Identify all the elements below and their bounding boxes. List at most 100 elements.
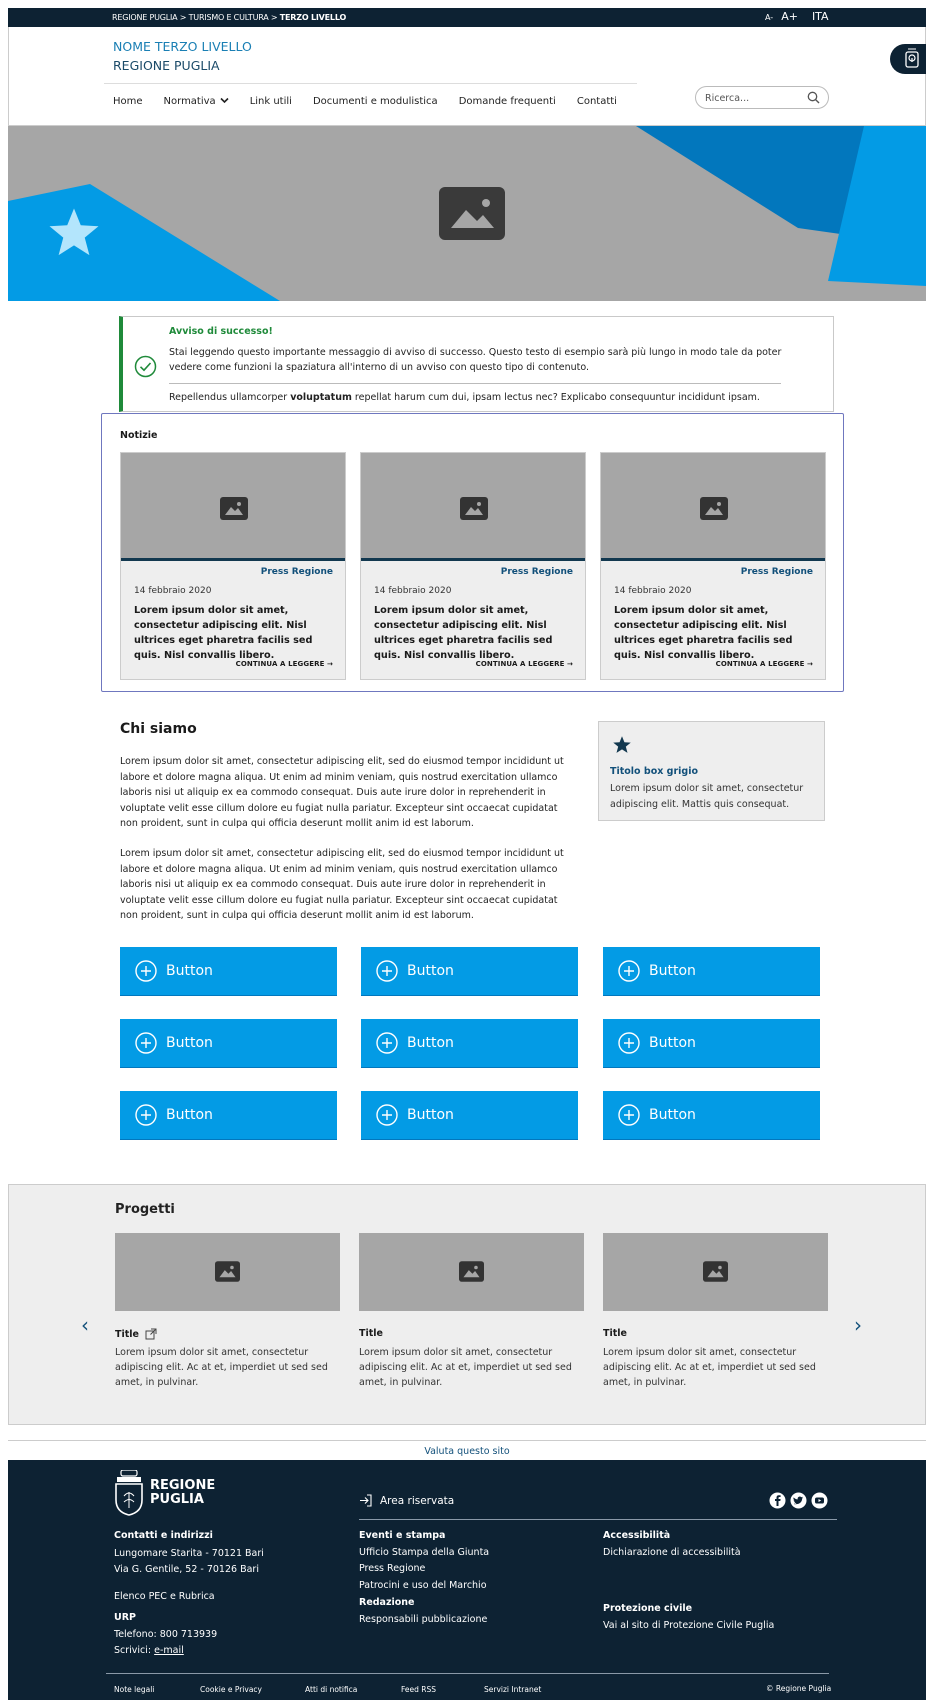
read-more-link[interactable]: CONTINUA A LEGGERE →: [476, 660, 573, 668]
events-link-2[interactable]: Press Regione: [359, 1561, 489, 1578]
twitter-icon[interactable]: [790, 1492, 807, 1509]
button-label: Button: [407, 963, 454, 979]
gray-box: Titolo box grigio Lorem ipsum dolor sit …: [598, 721, 825, 821]
nav-item-home[interactable]: Home: [113, 96, 143, 107]
project-card-title-row: Title: [115, 1328, 157, 1340]
plus-circle-icon: [135, 960, 157, 982]
pec-link[interactable]: Elenco PEC e Rubrica: [114, 1589, 264, 1606]
project-card[interactable]: Title Lorem ipsum dolor sit amet, consec…: [359, 1233, 584, 1388]
add-button[interactable]: Button: [361, 1091, 578, 1140]
login-icon: [360, 1494, 372, 1507]
project-card[interactable]: Title Lorem ipsum dolor sit amet, consec…: [115, 1233, 340, 1388]
search-input[interactable]: Ricerca...: [695, 86, 829, 109]
nav-item-normativa[interactable]: Normativa: [164, 96, 229, 107]
projects-section: Progetti ‹ › Title Lorem ipsum dolor sit…: [8, 1184, 926, 1425]
search-icon[interactable]: [807, 91, 820, 104]
check-circle-icon: [134, 355, 157, 378]
image-placeholder-icon: [215, 1261, 240, 1282]
reserved-area-link[interactable]: Area riservata: [359, 1494, 454, 1507]
image-placeholder-icon: [220, 497, 248, 520]
button-label: Button: [166, 1035, 213, 1051]
image-placeholder-icon: [700, 497, 728, 520]
accessibility-widget[interactable]: [890, 44, 926, 74]
image-placeholder-icon: [703, 1261, 728, 1282]
news-card[interactable]: Press Regione 14 febbraio 2020 Lorem ips…: [600, 452, 826, 680]
email-link[interactable]: e-mail: [154, 1645, 184, 1656]
news-card-date: 14 febbraio 2020: [374, 586, 452, 596]
arrow-right-icon: →: [327, 660, 333, 668]
footer-logo-line2: PUGLIA: [150, 1492, 204, 1507]
footer-link-rss[interactable]: Feed RSS: [401, 1685, 484, 1694]
nav-item-contatti[interactable]: Contatti: [577, 96, 617, 107]
language-selector[interactable]: ITA: [812, 10, 829, 23]
read-more-label: CONTINUA A LEGGERE: [475, 660, 565, 668]
project-card-title[interactable]: Title: [115, 1329, 139, 1340]
project-card-image: [603, 1233, 828, 1311]
phone: Telefono: 800 713939: [114, 1628, 218, 1640]
add-button[interactable]: Button: [120, 1019, 337, 1068]
news-card-category[interactable]: Press Regione: [261, 567, 333, 577]
news-card-category[interactable]: Press Regione: [501, 567, 573, 577]
news-card-date: 14 febbraio 2020: [614, 586, 692, 596]
add-button[interactable]: Button: [120, 947, 337, 996]
add-button[interactable]: Button: [361, 947, 578, 996]
add-button[interactable]: Button: [361, 1019, 578, 1068]
footer-logo[interactable]: REGIONE PUGLIA: [114, 1470, 215, 1516]
read-more-link[interactable]: CONTINUA A LEGGERE →: [716, 660, 813, 668]
project-card[interactable]: Title Lorem ipsum dolor sit amet, consec…: [603, 1233, 828, 1388]
news-card[interactable]: Press Regione 14 febbraio 2020 Lorem ips…: [120, 452, 346, 680]
carousel-prev-icon[interactable]: ‹: [81, 1313, 89, 1337]
news-card-category[interactable]: Press Regione: [741, 567, 813, 577]
success-alert: Avviso di successo! Stai leggendo questo…: [119, 316, 834, 412]
news-card-image: [601, 453, 825, 561]
project-card-title[interactable]: Title: [603, 1328, 627, 1339]
nav-item-documenti[interactable]: Documenti e modulistica: [313, 96, 438, 107]
hero-graphic: [8, 126, 926, 301]
font-increase-button[interactable]: A+: [781, 10, 798, 23]
footer-logo-line1: REGIONE: [150, 1478, 216, 1493]
external-link-icon: [145, 1328, 157, 1340]
project-card-title[interactable]: Title: [359, 1328, 383, 1339]
news-section: Notizie Press Regione 14 febbraio 2020 L…: [101, 413, 844, 692]
rate-site-link[interactable]: Valuta questo sito: [8, 1440, 926, 1460]
project-card-title-row: Title: [603, 1328, 627, 1339]
copyright: © Regione Puglia: [766, 1684, 832, 1693]
footer-link-intranet[interactable]: Servizi Intranet: [484, 1685, 541, 1694]
gray-box-title: Titolo box grigio: [610, 766, 698, 777]
events-link-3[interactable]: Patrocini e uso del Marchio: [359, 1578, 489, 1595]
plus-circle-icon: [376, 1032, 398, 1054]
carousel-next-icon[interactable]: ›: [854, 1313, 862, 1337]
star-icon: [49, 208, 99, 256]
news-card[interactable]: Press Regione 14 febbraio 2020 Lorem ips…: [360, 452, 586, 680]
news-card-image: [121, 453, 345, 561]
nav-item-faq[interactable]: Domande frequenti: [459, 96, 556, 107]
footer-link-cookie[interactable]: Cookie e Privacy: [200, 1685, 305, 1694]
footer-link-atti[interactable]: Atti di notifica: [305, 1685, 401, 1694]
redazione-link-1[interactable]: Responsabili pubblicazione: [359, 1612, 489, 1629]
facebook-icon[interactable]: [769, 1492, 786, 1509]
breadcrumb: REGIONE PUGLIA > TURISMO E CULTURA > TER…: [112, 13, 346, 22]
write-us: Scrivici: e-mail: [114, 1643, 264, 1660]
site-title-line2[interactable]: REGIONE PUGLIA: [113, 58, 220, 73]
address-1: Lungomare Starita - 70121 Bari: [114, 1547, 264, 1559]
footer-link-note-legali[interactable]: Note legali: [114, 1685, 200, 1694]
add-button[interactable]: Button: [120, 1091, 337, 1140]
read-more-link[interactable]: CONTINUA A LEGGERE →: [236, 660, 333, 668]
alert-msg2-pre: Repellendus ullamcorper: [169, 392, 291, 403]
accessibility-link[interactable]: Dichiarazione di accessibilità: [603, 1545, 741, 1562]
plus-circle-icon: [618, 960, 640, 982]
events-link-1[interactable]: Ufficio Stampa della Giunta: [359, 1545, 489, 1562]
news-title: Notizie: [120, 430, 158, 441]
font-decrease-button[interactable]: A-: [765, 13, 773, 22]
youtube-icon[interactable]: [811, 1492, 828, 1509]
add-button[interactable]: Button: [603, 1019, 820, 1068]
add-button[interactable]: Button: [603, 1091, 820, 1140]
button-label: Button: [166, 1107, 213, 1123]
footer-logo-text: REGIONE PUGLIA: [150, 1479, 215, 1507]
site-title-line1[interactable]: NOME TERZO LIVELLO: [113, 39, 252, 54]
read-more-label: CONTINUA A LEGGERE: [235, 660, 325, 668]
nav-item-link-utili[interactable]: Link utili: [250, 96, 292, 107]
breadcrumb-path[interactable]: REGIONE PUGLIA > TURISMO E CULTURA >: [112, 13, 280, 22]
add-button[interactable]: Button: [603, 947, 820, 996]
civil-protection-link[interactable]: Vai al sito di Protezione Civile Puglia: [603, 1618, 774, 1635]
